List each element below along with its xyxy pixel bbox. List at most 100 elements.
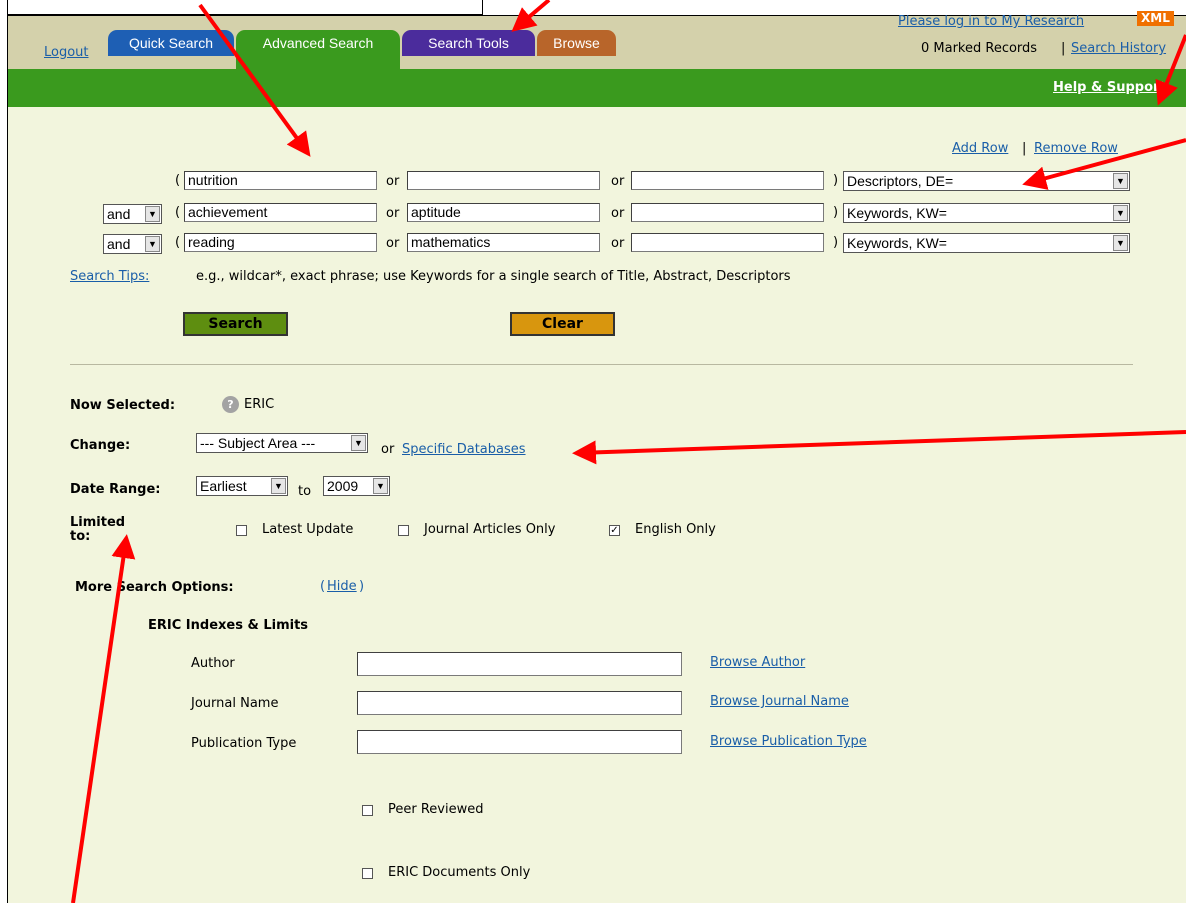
row2-operator-value: and xyxy=(107,206,131,222)
chevron-down-icon[interactable]: ▼ xyxy=(351,435,366,451)
logout-link[interactable]: Logout xyxy=(44,45,89,60)
close-paren: ) xyxy=(833,173,839,188)
tab-quick-search[interactable]: Quick Search xyxy=(108,30,234,56)
row2-term1-input[interactable]: achievement xyxy=(184,203,377,222)
latest-update-checkbox[interactable] xyxy=(236,525,247,536)
chevron-down-icon[interactable]: ▼ xyxy=(271,478,286,494)
peer-reviewed-label: Peer Reviewed xyxy=(388,802,484,817)
browse-journal-name-link[interactable]: Browse Journal Name xyxy=(710,694,849,709)
english-only-label: English Only xyxy=(635,522,716,537)
row2-term2-input[interactable]: aptitude xyxy=(407,203,600,222)
row1-field-select[interactable]: Descriptors, DE= ▼ xyxy=(843,171,1130,191)
row2-operator-select[interactable]: and ▼ xyxy=(103,204,162,224)
row1-field-value: Descriptors, DE= xyxy=(847,173,954,189)
open-paren: ( xyxy=(175,205,181,220)
top-strip xyxy=(7,0,483,15)
open-paren: ( xyxy=(175,173,181,188)
tab-advanced-search[interactable]: Advanced Search xyxy=(236,30,400,69)
now-selected-label: Now Selected: xyxy=(70,398,176,413)
xml-badge[interactable]: XML xyxy=(1137,11,1174,26)
open-paren: ( xyxy=(175,235,181,250)
hide-link[interactable]: Hide xyxy=(327,579,357,594)
date-to-value: 2009 xyxy=(327,478,359,494)
change-label: Change: xyxy=(70,438,131,453)
hide-open-paren: ( xyxy=(320,579,326,594)
eric-documents-label: ERIC Documents Only xyxy=(388,865,531,880)
chevron-down-icon[interactable]: ▼ xyxy=(145,206,160,222)
row3-operator-select[interactable]: and ▼ xyxy=(103,234,162,254)
login-link[interactable]: Please log in to My Research xyxy=(898,14,1084,29)
author-label: Author xyxy=(191,656,235,671)
search-tips-text: e.g., wildcar*, exact phrase; use Keywor… xyxy=(196,269,791,284)
row2-field-value: Keywords, KW= xyxy=(847,205,947,221)
help-support-link[interactable]: Help & Support xyxy=(1053,80,1166,95)
or-label: or xyxy=(381,442,395,457)
main-panel xyxy=(8,107,1186,903)
journal-articles-checkbox[interactable] xyxy=(398,525,409,536)
or-label: or xyxy=(386,174,400,189)
browse-author-link[interactable]: Browse Author xyxy=(710,655,805,670)
english-only-checkbox[interactable]: ✓ xyxy=(609,525,620,536)
section-divider xyxy=(70,364,1133,365)
row3-field-select[interactable]: Keywords, KW= ▼ xyxy=(843,233,1130,253)
date-to-label: to xyxy=(298,484,312,499)
or-label: or xyxy=(611,206,625,221)
chevron-down-icon[interactable]: ▼ xyxy=(1113,205,1128,221)
remove-row-link[interactable]: Remove Row xyxy=(1034,141,1118,156)
date-to-select[interactable]: 2009 ▼ xyxy=(323,476,390,496)
row3-operator-value: and xyxy=(107,236,131,252)
marked-records[interactable]: 0 Marked Records xyxy=(921,41,1037,56)
peer-reviewed-checkbox[interactable] xyxy=(362,805,373,816)
row1-term2-input[interactable] xyxy=(407,171,600,190)
or-label: or xyxy=(611,236,625,251)
limited-to-label: Limited to: xyxy=(70,515,126,544)
chevron-down-icon[interactable]: ▼ xyxy=(1113,235,1128,251)
specific-databases-link[interactable]: Specific Databases xyxy=(402,442,526,457)
chevron-down-icon[interactable]: ▼ xyxy=(145,236,160,252)
or-label: or xyxy=(386,236,400,251)
or-label: or xyxy=(386,206,400,221)
row3-term1-input[interactable]: reading xyxy=(184,233,377,252)
row-link-separator: | xyxy=(1022,141,1027,156)
journal-articles-label: Journal Articles Only xyxy=(424,522,556,537)
help-icon[interactable]: ? xyxy=(222,396,239,413)
chevron-down-icon[interactable]: ▼ xyxy=(373,478,388,494)
date-range-label: Date Range: xyxy=(70,482,161,497)
now-selected-value: ERIC xyxy=(244,397,275,412)
more-options-label: More Search Options: xyxy=(75,580,234,595)
close-paren: ) xyxy=(833,235,839,250)
row1-term1-input[interactable]: nutrition xyxy=(184,171,377,190)
row2-term3-input[interactable] xyxy=(631,203,824,222)
clear-button[interactable]: Clear xyxy=(510,312,615,336)
date-from-select[interactable]: Earliest ▼ xyxy=(196,476,288,496)
row1-term3-input[interactable] xyxy=(631,171,824,190)
search-tips-link[interactable]: Search Tips: xyxy=(70,269,149,284)
row3-field-value: Keywords, KW= xyxy=(847,235,947,251)
row3-term3-input[interactable] xyxy=(631,233,824,252)
latest-update-label: Latest Update xyxy=(262,522,354,537)
eric-heading: ERIC Indexes & Limits xyxy=(148,618,309,633)
row3-term2-input[interactable]: mathematics xyxy=(407,233,600,252)
close-paren: ) xyxy=(833,205,839,220)
green-nav-bar xyxy=(8,69,1186,107)
or-label: or xyxy=(611,174,625,189)
browse-publication-type-link[interactable]: Browse Publication Type xyxy=(710,734,867,749)
chevron-down-icon[interactable]: ▼ xyxy=(1113,173,1128,189)
add-row-link[interactable]: Add Row xyxy=(952,141,1008,156)
publication-type-label: Publication Type xyxy=(191,736,297,751)
eric-documents-checkbox[interactable] xyxy=(362,868,373,879)
row2-field-select[interactable]: Keywords, KW= ▼ xyxy=(843,203,1130,223)
journal-name-label: Journal Name xyxy=(191,696,279,711)
tab-browse[interactable]: Browse xyxy=(537,30,616,56)
subject-area-select[interactable]: --- Subject Area --- ▼ xyxy=(196,433,368,453)
subject-area-value: --- Subject Area --- xyxy=(200,435,316,451)
hide-close-paren: ) xyxy=(359,579,365,594)
author-input[interactable] xyxy=(357,652,682,676)
header-separator: | xyxy=(1061,41,1066,56)
date-from-value: Earliest xyxy=(200,478,247,494)
journal-name-input[interactable] xyxy=(357,691,682,715)
tab-search-tools[interactable]: Search Tools xyxy=(402,30,535,56)
search-history-link[interactable]: Search History xyxy=(1071,41,1166,56)
search-button[interactable]: Search xyxy=(183,312,288,336)
publication-type-input[interactable] xyxy=(357,730,682,754)
